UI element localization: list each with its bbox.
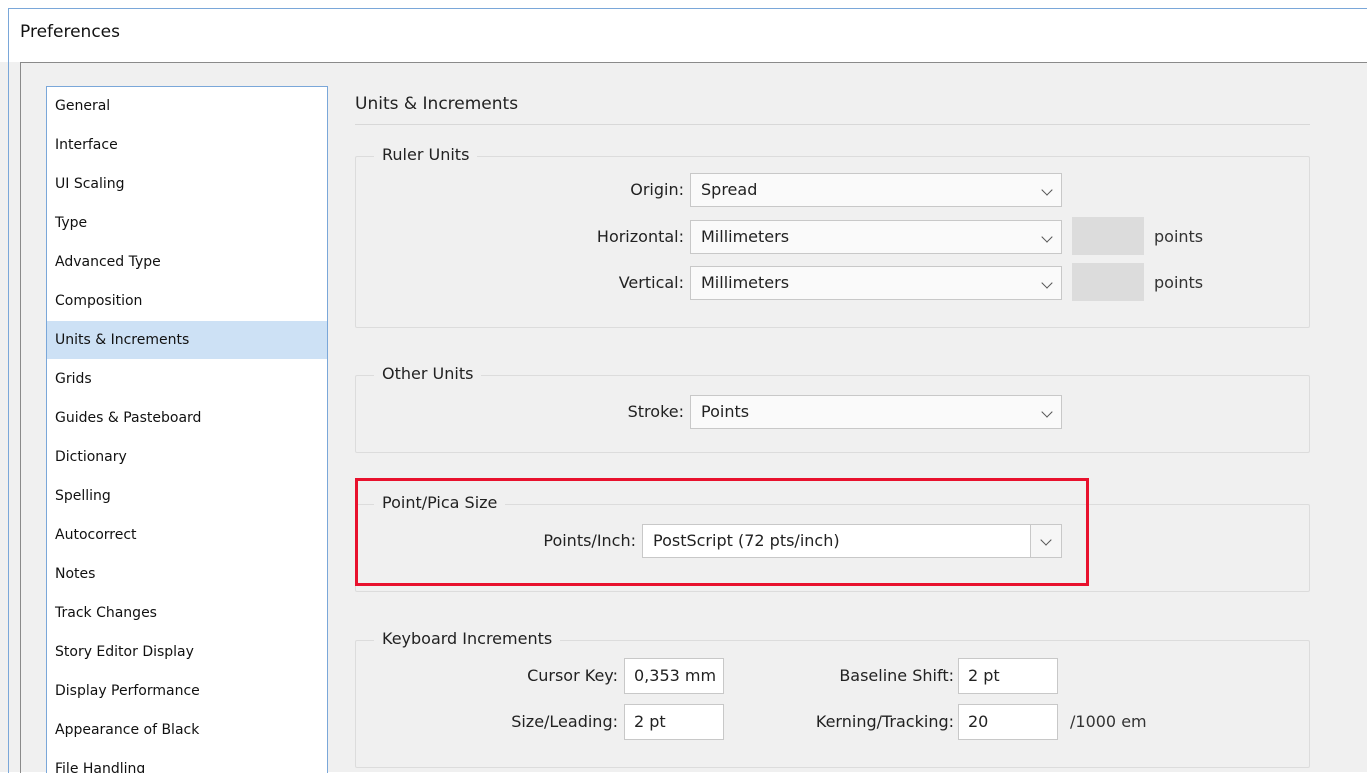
other-units-group: Other Units Stroke: Points <box>355 362 1310 453</box>
ruler-units-label: Ruler Units <box>374 143 478 167</box>
window-title: Preferences <box>20 22 120 42</box>
points-per-inch-select[interactable]: PostScript (72 pts/inch) <box>642 524 1062 558</box>
horizontal-units-value: Millimeters <box>701 227 790 246</box>
chevron-down-icon <box>1041 184 1053 196</box>
origin-select[interactable]: Spread <box>690 173 1062 207</box>
cursor-key-input[interactable]: 0,353 mm <box>624 658 724 694</box>
chevron-down-icon <box>1040 534 1052 546</box>
chevron-down-icon <box>1041 277 1053 289</box>
size-leading-label: Size/Leading: <box>511 712 618 731</box>
sidebar-item-appearance-of-black[interactable]: Appearance of Black <box>47 711 327 749</box>
point-pica-size-label: Point/Pica Size <box>374 491 506 515</box>
sidebar-item-track-changes[interactable]: Track Changes <box>47 594 327 632</box>
cursor-key-label: Cursor Key: <box>527 666 618 685</box>
sidebar-item-notes[interactable]: Notes <box>47 555 327 593</box>
baseline-shift-label: Baseline Shift: <box>839 666 954 685</box>
vertical-units-select[interactable]: Millimeters <box>690 266 1062 300</box>
sidebar-item-ui-scaling[interactable]: UI Scaling <box>47 165 327 203</box>
vertical-points-field <box>1072 263 1144 301</box>
ruler-units-group: Ruler Units Origin: Spread Horizontal: M… <box>355 143 1310 328</box>
sidebar-item-grids[interactable]: Grids <box>47 360 327 398</box>
sidebar-item-display-performance[interactable]: Display Performance <box>47 672 327 710</box>
horizontal-units-select[interactable]: Millimeters <box>690 220 1062 254</box>
sidebar-item-type[interactable]: Type <box>47 204 327 242</box>
sidebar-item-interface[interactable]: Interface <box>47 126 327 164</box>
size-leading-input[interactable]: 2 pt <box>624 704 724 740</box>
horizontal-points-unit: points <box>1154 227 1204 246</box>
sidebar-item-dictionary[interactable]: Dictionary <box>47 438 327 476</box>
kerning-tracking-input[interactable]: 20 <box>958 704 1058 740</box>
sidebar-item-composition[interactable]: Composition <box>47 282 327 320</box>
kerning-tracking-label: Kerning/Tracking: <box>815 712 954 731</box>
sidebar-item-units-increments[interactable]: Units & Increments <box>47 321 327 359</box>
title-divider <box>355 124 1310 125</box>
vertical-units-value: Millimeters <box>701 273 790 292</box>
preferences-window: Preferences General Interface UI Scaling… <box>0 0 1367 773</box>
sidebar-item-story-editor-display[interactable]: Story Editor Display <box>47 633 327 671</box>
other-units-label: Other Units <box>374 362 482 386</box>
sidebar-item-advanced-type[interactable]: Advanced Type <box>47 243 327 281</box>
dropdown-button[interactable] <box>1030 525 1061 557</box>
sidebar-item-autocorrect[interactable]: Autocorrect <box>47 516 327 554</box>
points-per-inch-value: PostScript (72 pts/inch) <box>653 531 840 550</box>
horizontal-points-field <box>1072 217 1144 255</box>
stroke-label: Stroke: <box>627 402 684 421</box>
keyboard-increments-group: Keyboard Increments Cursor Key: 0,353 mm… <box>355 627 1310 768</box>
stroke-units-value: Points <box>701 402 750 421</box>
chevron-down-icon <box>1041 231 1053 243</box>
origin-label: Origin: <box>630 180 684 199</box>
panel-title: Units & Increments <box>355 94 519 114</box>
horizontal-label: Horizontal: <box>596 227 684 246</box>
stroke-units-select[interactable]: Points <box>690 395 1062 429</box>
title-bar: Preferences <box>0 0 1367 62</box>
sidebar-item-guides-pasteboard[interactable]: Guides & Pasteboard <box>47 399 327 437</box>
vertical-points-unit: points <box>1154 273 1204 292</box>
keyboard-increments-label: Keyboard Increments <box>374 627 561 651</box>
sidebar-item-general[interactable]: General <box>47 87 327 125</box>
point-pica-size-group: Point/Pica Size Points/Inch: PostScript … <box>355 491 1310 592</box>
kerning-unit: /1000 em <box>1070 712 1147 731</box>
origin-value: Spread <box>701 180 758 199</box>
vertical-label: Vertical: <box>618 273 684 292</box>
sidebar-item-file-handling[interactable]: File Handling <box>47 750 327 773</box>
baseline-shift-input[interactable]: 2 pt <box>958 658 1058 694</box>
sidebar-item-spelling[interactable]: Spelling <box>47 477 327 515</box>
chevron-down-icon <box>1041 406 1053 418</box>
points-per-inch-label: Points/Inch: <box>543 531 636 550</box>
category-list[interactable]: General Interface UI Scaling Type Advanc… <box>46 86 328 773</box>
